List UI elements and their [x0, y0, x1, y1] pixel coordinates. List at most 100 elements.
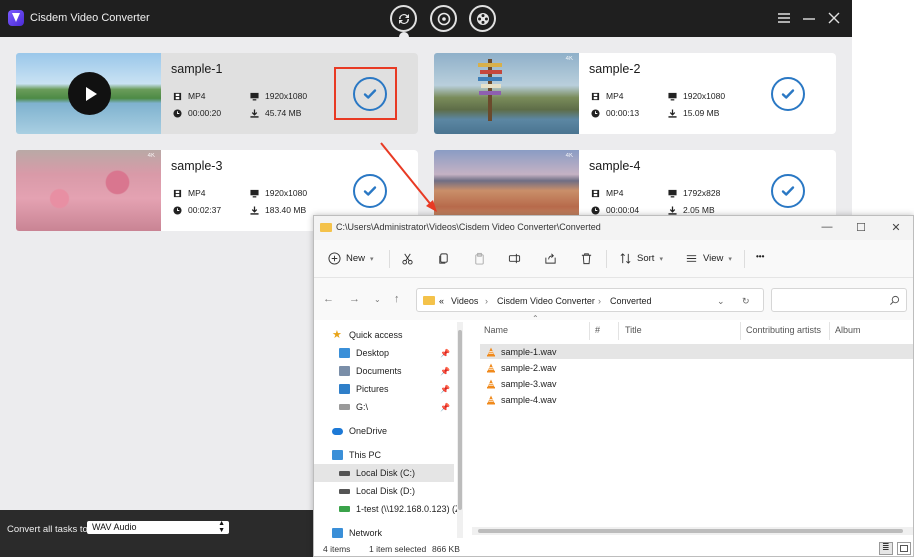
minimize-icon [803, 18, 815, 20]
delete-button[interactable] [580, 252, 593, 265]
app-title: Cisdem Video Converter [30, 12, 150, 24]
new-button[interactable]: New ▾ [328, 252, 374, 265]
nav-g-drive[interactable]: G:\ 📌 [314, 398, 454, 416]
paste-button[interactable] [473, 252, 486, 265]
open-output-folder-button[interactable] [353, 174, 387, 208]
toolbar-divider [606, 250, 607, 268]
video-thumbnail[interactable]: 4K [434, 53, 579, 134]
recent-locations-button[interactable]: ⌄ [374, 295, 381, 304]
back-button[interactable]: ← [323, 293, 334, 305]
nav-scrollbar[interactable] [457, 322, 463, 538]
search-input[interactable] [771, 288, 907, 312]
more-icon: ••• [756, 252, 765, 261]
open-output-folder-button[interactable] [771, 77, 805, 111]
thumbnail-view-button[interactable] [897, 542, 911, 555]
format-meta: MP4 [173, 188, 205, 198]
sort-ascending-icon: ⌃ [532, 314, 539, 323]
pictures-icon [339, 384, 350, 394]
column-header-title[interactable]: Title [625, 325, 642, 335]
column-header-name[interactable]: Name [484, 325, 508, 335]
column-header-number[interactable]: # [595, 325, 600, 335]
column-divider[interactable] [589, 322, 590, 340]
format-meta: MP4 [591, 91, 623, 101]
monitor-icon [668, 189, 677, 197]
column-divider[interactable] [829, 322, 830, 340]
duration-meta: 00:00:04 [591, 205, 639, 215]
file-row[interactable]: sample-3.wav [480, 376, 913, 391]
breadcrumb-cisdem[interactable]: Cisdem Video Converter [497, 296, 595, 306]
share-button[interactable] [544, 252, 557, 265]
rip-mode-icon [437, 12, 450, 25]
video-thumbnail[interactable] [16, 53, 161, 134]
open-output-folder-button[interactable] [771, 174, 805, 208]
up-button[interactable]: ↑ [394, 293, 400, 305]
menu-button[interactable] [776, 10, 792, 26]
nav-quick-access[interactable]: ★ Quick access [314, 326, 454, 344]
nav-this-pc[interactable]: This PC [314, 446, 454, 464]
vlc-file-icon [487, 395, 495, 404]
explorer-minimize-button[interactable]: — [820, 221, 834, 233]
close-button[interactable] [826, 10, 842, 26]
task-name: sample-1 [171, 62, 223, 76]
network-icon [332, 528, 343, 538]
film-icon [173, 92, 182, 100]
film-reel-button[interactable] [469, 5, 496, 32]
nav-desktop[interactable]: Desktop 📌 [314, 344, 454, 362]
address-bar[interactable]: « Videos › Cisdem Video Converter › Conv… [416, 288, 764, 312]
explorer-maximize-button[interactable]: ☐ [854, 221, 868, 234]
refresh-icon[interactable]: ↻ [742, 296, 750, 307]
rip-mode-button[interactable] [430, 5, 457, 32]
breadcrumb-videos[interactable]: Videos [451, 296, 478, 306]
film-reel-icon [476, 12, 489, 25]
scrollbar-thumb[interactable] [458, 330, 462, 510]
breadcrumb-converted[interactable]: Converted [610, 296, 652, 306]
nav-local-disk-c[interactable]: Local Disk (C:) [314, 464, 454, 482]
file-row[interactable]: sample-4.wav [480, 392, 913, 407]
arrow-right-icon: → [349, 293, 360, 305]
disk-icon [339, 470, 350, 476]
nav-local-disk-d[interactable]: Local Disk (D:) [314, 482, 454, 500]
more-options-button[interactable]: ••• [756, 252, 764, 261]
file-row[interactable]: sample-1.wav [480, 344, 913, 359]
column-header-artists[interactable]: Contributing artists [746, 325, 821, 335]
convert-mode-button[interactable] [390, 5, 417, 32]
column-header-album[interactable]: Album [835, 325, 861, 335]
details-view-button[interactable]: ≣ [879, 542, 893, 555]
task-name: sample-3 [171, 159, 223, 173]
folder-icon [423, 296, 435, 305]
video-thumbnail[interactable]: 4K [16, 150, 161, 231]
explorer-close-button[interactable]: ✕ [889, 221, 903, 234]
address-bar-row: ← → ⌄ ↑ « Videos › Cisdem Video Converte… [314, 278, 913, 320]
address-history-chevron-icon[interactable]: ⌄ [717, 296, 725, 307]
forward-button[interactable]: → [349, 293, 360, 305]
sort-button[interactable]: Sort ▾ [619, 252, 663, 265]
column-divider[interactable] [618, 322, 619, 340]
toolbar-divider [389, 250, 390, 268]
scrollbar-thumb[interactable] [478, 529, 903, 533]
search-icon [890, 295, 900, 305]
item-count: 4 items [323, 544, 351, 554]
minimize-button[interactable] [801, 10, 817, 26]
rename-button[interactable] [508, 252, 521, 265]
output-format-select[interactable]: WAV Audio ▲ ▼ [87, 520, 229, 534]
nav-onedrive[interactable]: OneDrive [314, 422, 454, 440]
paste-icon [475, 252, 484, 265]
copy-button[interactable] [437, 252, 450, 265]
column-divider[interactable] [740, 322, 741, 340]
nav-pictures[interactable]: Pictures 📌 [314, 380, 454, 398]
4k-badge: 4K [565, 153, 573, 159]
check-done-icon [363, 186, 377, 196]
nav-network-drive-z[interactable]: 1-test (\\192.168.0.123) (Z [314, 500, 459, 518]
plus-circle-icon [328, 252, 341, 265]
view-button[interactable]: View ▾ [685, 252, 732, 265]
app-logo-icon [8, 10, 24, 26]
cut-button[interactable] [401, 252, 414, 265]
file-row[interactable]: sample-2.wav [480, 360, 913, 375]
play-button[interactable] [68, 72, 111, 115]
task-card-2[interactable]: 4K sample-2 MP4 1920x1080 00:00:13 15.09… [434, 53, 836, 134]
breadcrumb-overflow[interactable]: « [439, 296, 444, 306]
explorer-title-bar: C:\Users\Administrator\Videos\Cisdem Vid… [314, 216, 913, 240]
nav-documents[interactable]: Documents 📌 [314, 362, 454, 380]
size-meta: 183.40 MB [250, 205, 306, 215]
horizontal-scrollbar[interactable] [472, 527, 913, 535]
